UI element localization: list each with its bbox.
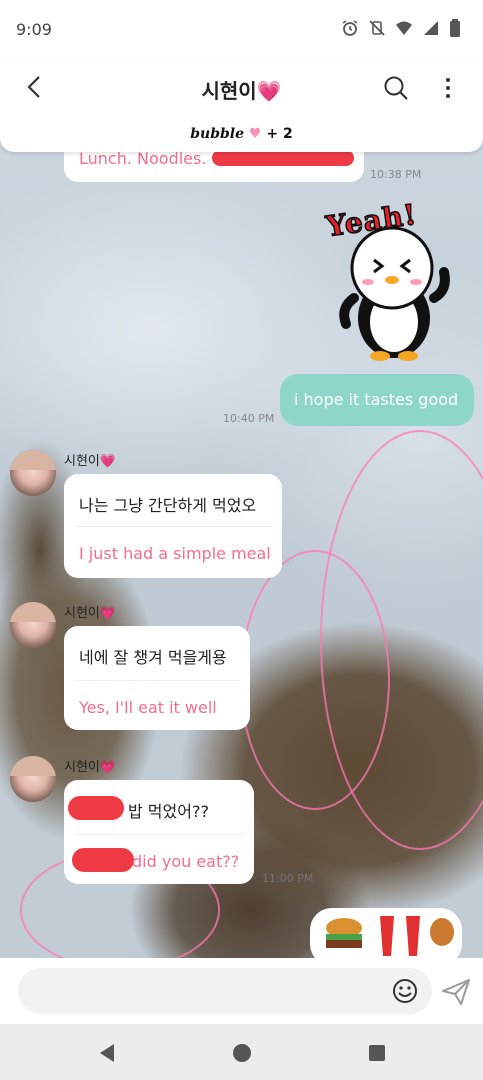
status-bar: 9:09: [0, 0, 483, 60]
chat-header: 시현이💗 bubble ♥ + 2: [0, 60, 483, 152]
redaction-mark: [72, 848, 134, 872]
avatar[interactable]: [10, 756, 56, 802]
received-message-bubble[interactable]: 네에 잘 챙겨 먹을게용 Yes, I'll eat it well: [64, 626, 250, 730]
nav-home-icon[interactable]: [231, 1042, 253, 1064]
timestamp: 10:38 PM: [370, 168, 422, 181]
message-translation: did you eat??: [132, 852, 240, 871]
message-input-bar: [0, 958, 483, 1024]
wifi-icon: [395, 19, 413, 37]
sender-name: 시현이💗: [64, 454, 117, 469]
sent-message-bubble[interactable]: i hope it tastes good: [280, 374, 474, 426]
sender-name: 시현이💗: [64, 760, 117, 775]
message-korean: 밥 먹었어??: [128, 802, 209, 821]
status-time: 9:09: [16, 20, 52, 39]
avatar[interactable]: [10, 450, 56, 496]
system-navigation-bar: [0, 1024, 483, 1080]
timestamp: 11:00 PM: [262, 872, 314, 885]
vibrate-off-icon: [368, 19, 386, 37]
message-input[interactable]: [18, 968, 432, 1014]
chat-title: 시현이💗: [0, 75, 483, 104]
timestamp: 10:40 PM: [223, 412, 275, 425]
redaction-mark: [212, 150, 354, 166]
avatar[interactable]: [10, 602, 56, 648]
send-icon[interactable]: [440, 976, 472, 1008]
food-sticker[interactable]: [310, 906, 462, 958]
divider: [74, 526, 272, 527]
message-translation: I just had a simple meal: [79, 544, 271, 563]
heart-icon: ♥: [248, 126, 262, 142]
pink-doodle-line: [240, 550, 390, 810]
battery-icon: [449, 19, 467, 37]
penguin-sticker[interactable]: Yeah!: [322, 197, 464, 366]
emoji-icon[interactable]: [392, 978, 418, 1004]
received-message-bubble[interactable]: 나는 그냥 간단하게 먹었오 I just had a simple meal: [64, 474, 282, 578]
divider: [74, 834, 244, 835]
nav-back-icon[interactable]: [96, 1042, 118, 1064]
bubble-logo: bubble: [190, 126, 245, 142]
sender-name: 시현이💗: [64, 606, 117, 621]
message-korean: 나는 그냥 간단하게 먹었오: [79, 496, 257, 515]
bubble-count: + 2: [266, 126, 293, 142]
redaction-mark: [68, 796, 124, 820]
message-korean: 네에 잘 챙겨 먹을게용: [79, 648, 227, 667]
nav-recents-icon[interactable]: [366, 1042, 388, 1064]
received-message-bubble[interactable]: 밥 먹었어?? did you eat??: [64, 780, 254, 884]
divider: [74, 680, 240, 681]
bubble-subscription-badge[interactable]: bubble ♥ + 2: [0, 126, 483, 142]
more-options-icon[interactable]: [440, 74, 456, 102]
contact-name: 시현이: [201, 79, 257, 103]
heart-emoji: 💗: [256, 79, 282, 103]
search-icon[interactable]: [382, 74, 410, 102]
signal-icon: [422, 19, 440, 37]
message-text: i hope it tastes good: [294, 390, 459, 409]
message-translation: Yes, I'll eat it well: [79, 698, 217, 717]
status-icons: [341, 19, 467, 37]
alarm-icon: [341, 19, 359, 37]
